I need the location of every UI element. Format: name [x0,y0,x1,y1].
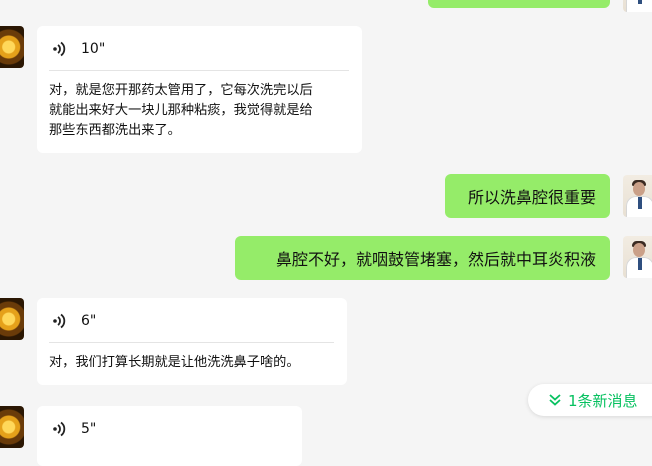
voice-message-bubble[interactable]: 10" 对，就是您开那药太管用了，它每次洗完以后 就能出来好大一块儿那种粘痰，我… [37,26,362,153]
voice-transcript: 对，我们打算长期就是让他洗洗鼻子啥的。 [49,355,300,370]
voice-message-bubble[interactable]: 5" [37,406,302,466]
voice-message-bubble[interactable]: 6" 对，我们打算长期就是让他洗洗鼻子啥的。 [37,298,347,385]
voice-wave-icon [53,313,66,329]
new-message-label: 1条新消息 [568,391,638,410]
voice-play-control[interactable]: 10" [51,38,105,60]
voice-duration: 10" [81,41,106,57]
voice-duration: 6" [81,313,97,329]
contact-avatar[interactable] [623,175,652,217]
voice-play-control[interactable]: 5" [51,418,96,440]
sender-avatar[interactable] [0,26,24,68]
divider [49,342,334,343]
message-text: 所以洗鼻腔很重要 [467,188,596,207]
voice-transcript: 对，就是您开那药太管用了，它每次洗完以后 就能出来好大一块儿那种粘痰，我觉得就是… [49,83,313,138]
voice-duration: 5" [81,421,97,437]
contact-avatar[interactable] [623,0,652,12]
voice-wave-icon [53,421,66,437]
contact-avatar[interactable] [623,236,652,278]
message-bubble[interactable]: 鼻腔不好，就咽鼓管堵塞，然后就中耳炎积液 [235,236,610,280]
sender-avatar[interactable] [0,406,24,448]
message-text: 鼻腔不好，就咽鼓管堵塞，然后就中耳炎积液 [275,250,596,269]
divider [49,70,349,71]
message-bubble[interactable]: 所以洗鼻腔很重要 [445,174,610,218]
double-chevron-down-icon [549,394,561,406]
message-bubble-partial[interactable] [428,0,610,8]
sender-avatar[interactable] [0,298,24,340]
voice-wave-icon [53,41,66,57]
voice-play-control[interactable]: 6" [51,310,96,332]
new-message-button[interactable]: 1条新消息 [528,384,652,416]
